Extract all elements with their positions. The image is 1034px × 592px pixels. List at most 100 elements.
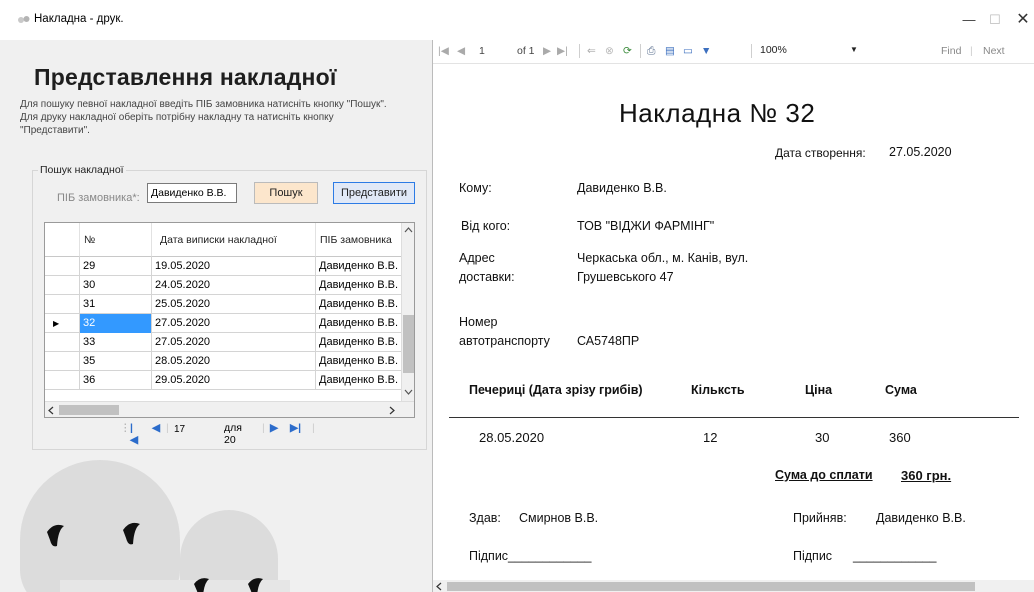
- move-last-icon[interactable]: ▶|: [290, 422, 301, 434]
- cell-client[interactable]: Давиденко В.В.: [316, 333, 402, 352]
- column-price-header: Ціна: [805, 383, 833, 397]
- cell-client[interactable]: Давиденко В.В.: [316, 295, 402, 314]
- sender-label: Від кого:: [461, 219, 511, 233]
- back-icon[interactable]: ⇐: [587, 45, 596, 57]
- client-name-input[interactable]: [147, 183, 237, 203]
- invoice-title: Накладна № 32: [619, 98, 816, 128]
- row-header[interactable]: [45, 352, 80, 371]
- table-divider: [449, 417, 1019, 418]
- grid-vertical-scrollbar[interactable]: [401, 223, 414, 401]
- report-page: Накладна № 32 Дата створення: 27.05.2020…: [433, 65, 1034, 580]
- toolbar-separator: [640, 44, 641, 58]
- print-icon[interactable]: ⎙: [647, 45, 655, 58]
- report-horizontal-scroll-thumb[interactable]: [447, 582, 975, 591]
- scroll-left-icon[interactable]: [436, 582, 442, 591]
- row-header[interactable]: [45, 257, 80, 276]
- row-header[interactable]: [45, 371, 80, 390]
- column-header-number[interactable]: №: [80, 223, 152, 257]
- first-page-icon[interactable]: |◀: [438, 45, 449, 57]
- cell-date[interactable]: 28.05.2020: [152, 352, 316, 371]
- column-header-client[interactable]: ПІБ замовника: [316, 223, 402, 257]
- export-icon[interactable]: ▼: [701, 45, 711, 57]
- find-link[interactable]: Find: [941, 45, 961, 57]
- cell-date[interactable]: 19.05.2020: [152, 257, 316, 276]
- cell-client[interactable]: Давиденко В.В.: [316, 314, 402, 333]
- cell-date[interactable]: 29.05.2020: [152, 371, 316, 390]
- toolbar-separator: [751, 44, 752, 58]
- find-next-link[interactable]: Next: [983, 45, 1005, 57]
- move-next-icon[interactable]: ▶: [270, 422, 278, 434]
- toolbar-separator: |: [970, 45, 973, 57]
- address-label-line2: доставки:: [459, 270, 515, 284]
- table-row[interactable]: ▶ 32 27.05.2020 Давиденко В.В.: [45, 314, 402, 333]
- row-header[interactable]: [45, 276, 80, 295]
- previous-page-icon[interactable]: ◀: [457, 45, 465, 57]
- table-row[interactable]: 36 29.05.2020 Давиденко В.В.: [45, 371, 402, 390]
- cell-date[interactable]: 24.05.2020: [152, 276, 316, 295]
- row-header[interactable]: [45, 295, 80, 314]
- app-icon: [18, 16, 30, 23]
- cell-num[interactable]: 33: [80, 333, 152, 352]
- row-header[interactable]: [45, 333, 80, 352]
- cell-num[interactable]: 35: [80, 352, 152, 371]
- scroll-left-icon[interactable]: [48, 406, 54, 415]
- total-pages-label: of 1: [517, 45, 535, 57]
- column-header-date[interactable]: Дата виписки накладної: [152, 223, 316, 257]
- cell-client[interactable]: Давиденко В.В.: [316, 352, 402, 371]
- close-button[interactable]: ✕: [1008, 9, 1034, 31]
- find-input[interactable]: [873, 42, 933, 60]
- cell-date[interactable]: 25.05.2020: [152, 295, 316, 314]
- last-page-icon[interactable]: ▶|: [557, 45, 568, 57]
- print-layout-icon[interactable]: ▤: [665, 45, 675, 57]
- next-page-icon[interactable]: ▶: [543, 45, 551, 57]
- report-toolbar: |◀ ◀ 1 of 1 ▶ ▶| ⇐ ⊗ ⟳ ⎙ ▤ ▭ ▼ 100% ▼ Fi…: [433, 40, 1034, 64]
- cell-client[interactable]: Давиденко В.В.: [316, 257, 402, 276]
- grid-horizontal-scrollbar[interactable]: [45, 401, 414, 417]
- navigator-position-input[interactable]: [174, 421, 204, 438]
- navigator-separator: |: [262, 422, 265, 434]
- search-panel: Представлення накладної Для пошуку певно…: [0, 40, 432, 592]
- app-window: Накладна - друк. — ☐ ✕ Представлення нак…: [0, 0, 1034, 592]
- vehicle-label-line1: Номер: [459, 315, 498, 329]
- present-button[interactable]: Представити: [333, 182, 415, 204]
- zoom-dropdown[interactable]: 100% ▼: [758, 42, 858, 60]
- cell-date[interactable]: 27.05.2020: [152, 333, 316, 352]
- toolbar-separator: [579, 44, 580, 58]
- row-header-column: [45, 223, 80, 257]
- maximize-button[interactable]: ☐: [980, 9, 1010, 31]
- move-previous-icon[interactable]: ◀: [152, 422, 160, 434]
- created-date-value: 27.05.2020: [889, 145, 952, 159]
- cell-num[interactable]: 36: [80, 371, 152, 390]
- cell-num[interactable]: 31: [80, 295, 152, 314]
- scroll-right-icon[interactable]: [389, 406, 395, 415]
- page-setup-icon[interactable]: ▭: [683, 45, 693, 57]
- cell-num[interactable]: 32: [80, 314, 152, 333]
- table-row[interactable]: 30 24.05.2020 Давиденко В.В.: [45, 276, 402, 295]
- scroll-up-icon[interactable]: [404, 227, 413, 233]
- column-product-header: Печериці (Дата зрізу грибів): [469, 383, 643, 397]
- invoices-grid[interactable]: № Дата виписки накладної ПІБ замовника 2…: [44, 222, 415, 418]
- refresh-icon[interactable]: ⟳: [623, 45, 632, 57]
- cell-num[interactable]: 29: [80, 257, 152, 276]
- table-row[interactable]: 31 25.05.2020 Давиденко В.В.: [45, 295, 402, 314]
- grid-vertical-scroll-thumb[interactable]: [403, 315, 414, 373]
- received-label: Прийняв:: [793, 511, 847, 525]
- move-first-icon[interactable]: |◀: [130, 422, 138, 446]
- column-quantity-header: Кільксть: [691, 383, 745, 397]
- table-row[interactable]: 35 28.05.2020 Давиденко В.В.: [45, 352, 402, 371]
- table-row[interactable]: 33 27.05.2020 Давиденко В.В.: [45, 333, 402, 352]
- scroll-down-icon[interactable]: [404, 389, 413, 395]
- cell-num[interactable]: 30: [80, 276, 152, 295]
- row-header[interactable]: ▶: [45, 314, 80, 333]
- cell-client[interactable]: Давиденко В.В.: [316, 276, 402, 295]
- cell-date[interactable]: 27.05.2020: [152, 314, 316, 333]
- cell-client[interactable]: Давиденко В.В.: [316, 371, 402, 390]
- report-horizontal-scrollbar[interactable]: [433, 580, 1034, 592]
- current-page-input[interactable]: 1: [479, 45, 485, 57]
- stop-icon[interactable]: ⊗: [605, 45, 614, 57]
- table-row[interactable]: 29 19.05.2020 Давиденко В.В.: [45, 257, 402, 276]
- received-value: Давиденко В.В.: [876, 511, 966, 525]
- grid-horizontal-scroll-thumb[interactable]: [59, 405, 119, 415]
- recipient-label: Кому:: [459, 181, 492, 195]
- search-button[interactable]: Пошук: [254, 182, 318, 204]
